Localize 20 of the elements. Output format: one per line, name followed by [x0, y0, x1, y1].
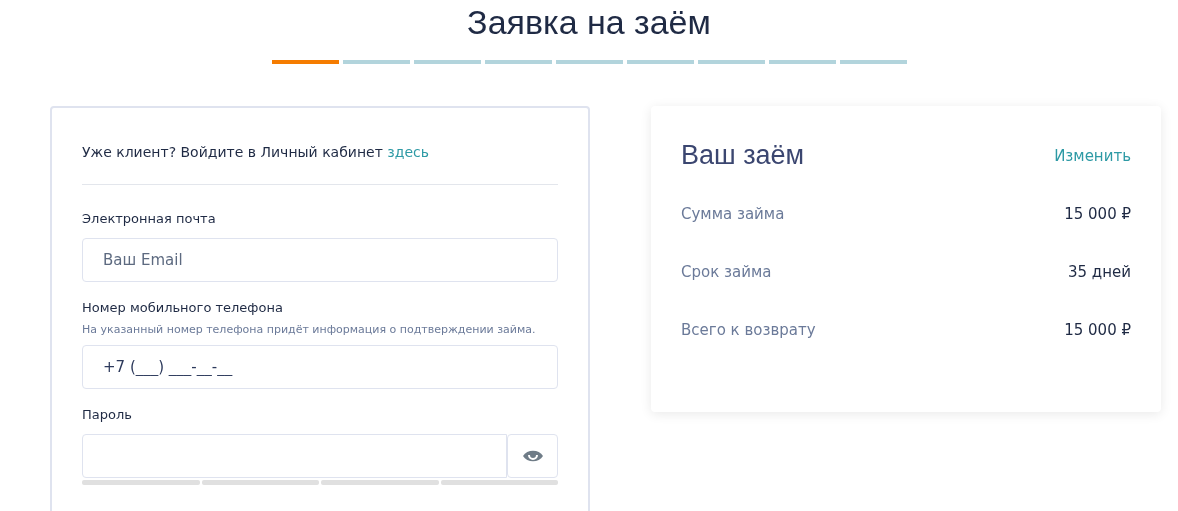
password-field[interactable]	[82, 434, 507, 478]
login-prompt: Уже клиент? Войдите в Личный кабинет здесь	[82, 144, 430, 160]
show-password-button[interactable]	[507, 434, 558, 478]
field-label: Электронная почта	[82, 211, 217, 226]
summary-label: Всего к возврату	[681, 321, 816, 339]
summary-value: 15 000 ₽	[1064, 321, 1131, 339]
edit-link[interactable]: Изменить	[1054, 146, 1131, 165]
field-label: Номер мобильного телефона	[82, 300, 284, 315]
page-title: Заявка на заём	[467, 2, 711, 42]
eye-icon	[521, 449, 544, 463]
email-field[interactable]: Ваш Email	[82, 238, 558, 282]
login-link[interactable]: здесь	[387, 144, 429, 160]
summary-value: 15 000 ₽	[1064, 205, 1131, 223]
phone-field[interactable]: +7 (___) ___-__-__	[82, 345, 558, 389]
summary-title: Ваш заём	[681, 140, 805, 171]
summary-label: Срок займа	[681, 263, 772, 281]
summary-value: 35 дней	[1068, 263, 1131, 281]
field-hint: На указанный номер телефона придёт информация о подтверждении займа.	[82, 323, 537, 336]
summary-label: Сумма займа	[681, 205, 785, 223]
field-label: Пароль	[82, 407, 133, 422]
